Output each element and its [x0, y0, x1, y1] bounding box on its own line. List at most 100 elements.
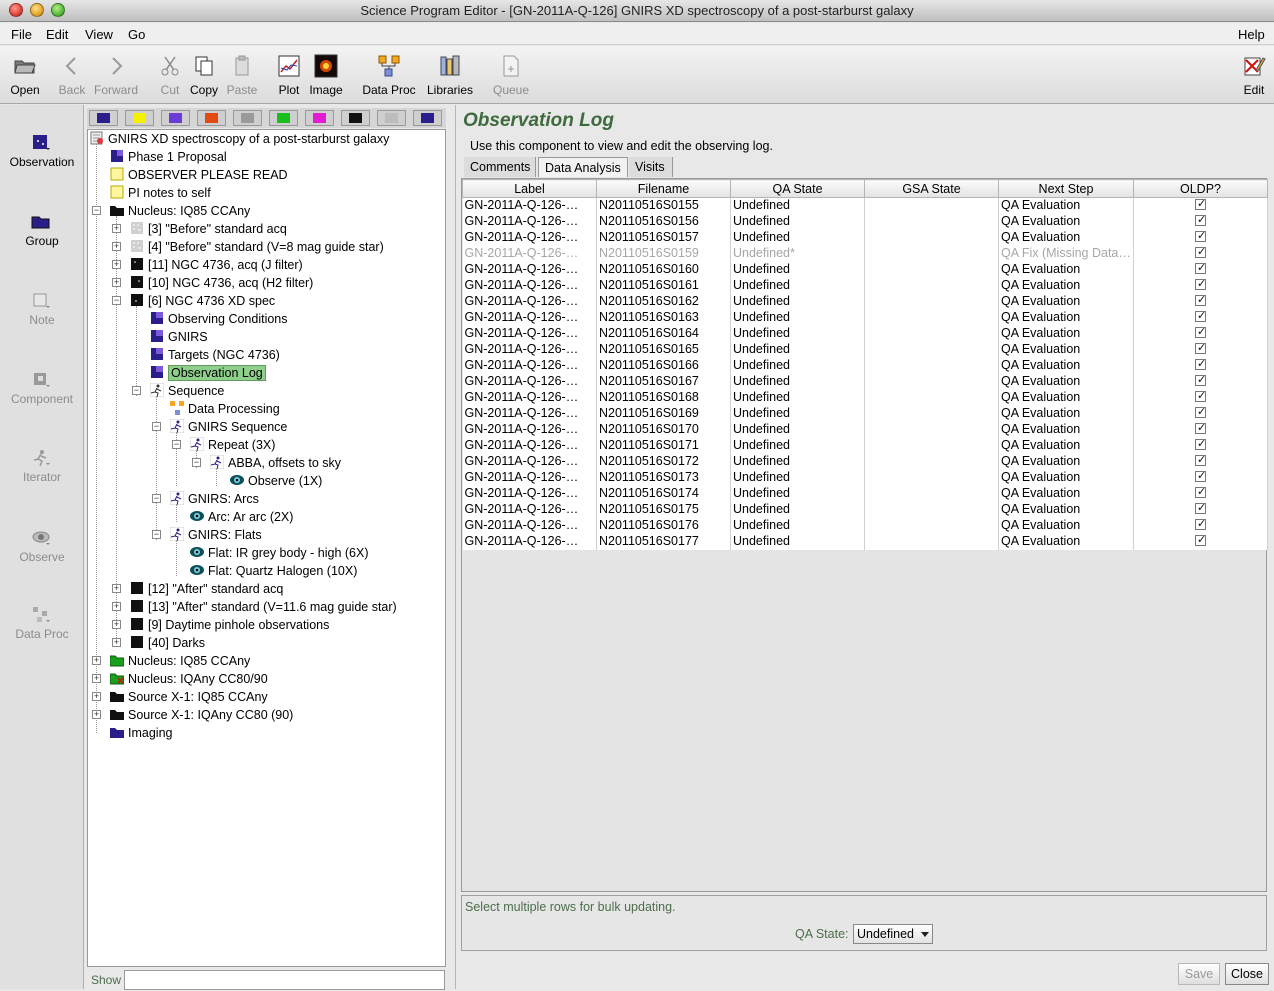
- expand-toggle[interactable]: +: [112, 224, 121, 233]
- tree-node-observe[interactable]: Observe (1X): [230, 472, 322, 490]
- tree-node-gnirs[interactable]: GNIRS: [150, 328, 208, 346]
- filter-button[interactable]: [341, 110, 370, 126]
- palette-observation[interactable]: Observation: [0, 133, 84, 175]
- table-row[interactable]: GN-2011A-Q-126-… N20110516S0172 Undefined Q…: [462, 453, 1268, 470]
- table-row[interactable]: GN-2011A-Q-126-… N20110516S0176 Undefined Q…: [462, 517, 1268, 534]
- menu-file[interactable]: File: [11, 27, 32, 42]
- oldp-checkbox[interactable]: [1195, 486, 1206, 500]
- close-window-icon[interactable]: [9, 3, 23, 17]
- tree-node-observation[interactable]: [11] NGC 4736, acq (J filter): [130, 256, 303, 274]
- filter-button[interactable]: [233, 110, 262, 126]
- tree-node-observation[interactable]: [13] "After" standard (V=11.6 mag guide …: [130, 598, 397, 616]
- table-row[interactable]: GN-2011A-Q-126-… N20110516S0175 Undefined Q…: [462, 501, 1268, 518]
- column-header-next-step[interactable]: Next Step: [998, 179, 1134, 198]
- tree-node-program[interactable]: GNIRS XD spectroscopy of a post-starburs…: [90, 130, 389, 148]
- minimize-window-icon[interactable]: [30, 3, 44, 17]
- oldp-checkbox[interactable]: [1195, 310, 1206, 324]
- collapse-toggle[interactable]: −: [112, 296, 121, 305]
- collapse-toggle[interactable]: −: [132, 386, 141, 395]
- expand-toggle[interactable]: +: [112, 260, 121, 269]
- oldp-checkbox[interactable]: [1195, 294, 1206, 308]
- palette-iterator[interactable]: Iterator: [0, 448, 84, 490]
- tree-node-data-processing[interactable]: Data Processing: [170, 400, 280, 418]
- tree-node-group[interactable]: Source X-1: IQ85 CCAny: [110, 688, 268, 706]
- forward-button[interactable]: Forward: [92, 46, 140, 104]
- tab-comments[interactable]: Comments: [464, 157, 536, 177]
- table-row[interactable]: GN-2011A-Q-126-… N20110516S0155 Undefined Q…: [462, 197, 1268, 214]
- save-button[interactable]: Save: [1178, 963, 1220, 985]
- expand-toggle[interactable]: +: [112, 602, 121, 611]
- oldp-checkbox[interactable]: [1195, 358, 1206, 372]
- table-row[interactable]: GN-2011A-Q-126-… N20110516S0170 Undefined Q…: [462, 421, 1268, 438]
- close-button[interactable]: Close: [1225, 963, 1269, 985]
- tree-node-obs-log[interactable]: Observation Log: [150, 364, 266, 382]
- tab-data-analysis[interactable]: Data Analysis: [538, 157, 628, 177]
- oldp-checkbox[interactable]: [1195, 342, 1206, 356]
- table-row[interactable]: GN-2011A-Q-126-… N20110516S0165 Undefined Q…: [462, 341, 1268, 358]
- filter-button[interactable]: [269, 110, 298, 126]
- tree-node-arc[interactable]: Arc: Ar arc (2X): [190, 508, 293, 526]
- collapse-toggle[interactable]: −: [172, 440, 181, 449]
- expand-toggle[interactable]: +: [112, 620, 121, 629]
- edit-button[interactable]: Edit: [1236, 46, 1272, 104]
- oldp-checkbox[interactable]: [1195, 502, 1206, 516]
- tab-visits[interactable]: Visits: [629, 157, 673, 177]
- column-header-gsa-state[interactable]: GSA State: [864, 179, 999, 198]
- tree-node-group[interactable]: Nucleus: IQ85 CCAny: [110, 202, 250, 220]
- tree-node-observation[interactable]: [40] Darks: [130, 634, 205, 652]
- tree-node-sequence[interactable]: Sequence: [150, 382, 224, 400]
- oldp-checkbox[interactable]: [1195, 534, 1206, 548]
- table-row[interactable]: GN-2011A-Q-126-… N20110516S0163 Undefined Q…: [462, 309, 1268, 326]
- program-tree[interactable]: GNIRS XD spectroscopy of a post-starburs…: [87, 129, 446, 967]
- oldp-checkbox[interactable]: [1195, 470, 1206, 484]
- qa-state-select[interactable]: Undefined: [853, 924, 933, 944]
- expand-toggle[interactable]: +: [92, 710, 101, 719]
- column-header-oldp[interactable]: OLDP?: [1133, 179, 1268, 198]
- tree-node-flat[interactable]: Flat: Quartz Halogen (10X): [190, 562, 357, 580]
- oldp-checkbox[interactable]: [1195, 262, 1206, 276]
- tree-node-observation[interactable]: [4] "Before" standard (V=8 mag guide sta…: [130, 238, 384, 256]
- tree-node-targets[interactable]: Targets (NGC 4736): [150, 346, 280, 364]
- table-row[interactable]: GN-2011A-Q-126-… N20110516S0161 Undefined Q…: [462, 277, 1268, 294]
- image-button[interactable]: Image: [306, 46, 346, 104]
- oldp-checkbox[interactable]: [1195, 214, 1206, 228]
- table-row[interactable]: GN-2011A-Q-126-… N20110516S0160 Undefined Q…: [462, 261, 1268, 278]
- table-row[interactable]: GN-2011A-Q-126-… N20110516S0168 Undefined Q…: [462, 389, 1268, 406]
- tree-node-repeat[interactable]: Repeat (3X): [190, 436, 275, 454]
- filter-button[interactable]: [125, 110, 154, 126]
- table-row[interactable]: GN-2011A-Q-126-… N20110516S0157 Undefined Q…: [462, 229, 1268, 246]
- tree-node-gnirs-sequence[interactable]: GNIRS Sequence: [170, 418, 287, 436]
- column-header-label[interactable]: Label: [462, 179, 597, 198]
- oldp-checkbox[interactable]: [1195, 406, 1206, 420]
- table-row[interactable]: GN-2011A-Q-126-… N20110516S0173 Undefined Q…: [462, 469, 1268, 486]
- filter-button[interactable]: [305, 110, 334, 126]
- expand-toggle[interactable]: +: [112, 584, 121, 593]
- table-row[interactable]: GN-2011A-Q-126-… N20110516S0159 Undefined*…: [462, 245, 1268, 262]
- palette-data-proc[interactable]: Data Proc: [0, 605, 84, 647]
- table-row[interactable]: GN-2011A-Q-126-… N20110516S0171 Undefined Q…: [462, 437, 1268, 454]
- palette-observe[interactable]: Observe: [0, 528, 84, 570]
- tree-node-group[interactable]: Nucleus: IQ85 CCAny: [110, 652, 250, 670]
- oldp-checkbox[interactable]: [1195, 326, 1206, 340]
- libraries-button[interactable]: Libraries: [422, 46, 478, 104]
- oldp-checkbox[interactable]: [1195, 374, 1206, 388]
- filter-button[interactable]: [197, 110, 226, 126]
- collapse-toggle[interactable]: −: [92, 206, 101, 215]
- tree-node-arcs[interactable]: GNIRS: Arcs: [170, 490, 259, 508]
- palette-note[interactable]: Note: [0, 291, 84, 333]
- zoom-window-icon[interactable]: [51, 3, 65, 17]
- tree-node-group[interactable]: Nucleus: IQAny CC80/90: [110, 670, 268, 688]
- expand-toggle[interactable]: +: [92, 692, 101, 701]
- tree-node-observer-note[interactable]: OBSERVER PLEASE READ: [110, 166, 288, 184]
- oldp-checkbox[interactable]: [1195, 390, 1206, 404]
- collapse-toggle[interactable]: −: [152, 494, 161, 503]
- menu-edit[interactable]: Edit: [46, 27, 68, 42]
- collapse-toggle[interactable]: −: [192, 458, 201, 467]
- tree-node-observation[interactable]: [10] NGC 4736, acq (H2 filter): [130, 274, 313, 292]
- tree-node-observation[interactable]: [9] Daytime pinhole observations: [130, 616, 329, 634]
- oldp-checkbox[interactable]: [1195, 454, 1206, 468]
- oldp-checkbox[interactable]: [1195, 438, 1206, 452]
- menu-view[interactable]: View: [85, 27, 113, 42]
- oldp-checkbox[interactable]: [1195, 246, 1206, 260]
- collapse-toggle[interactable]: −: [152, 530, 161, 539]
